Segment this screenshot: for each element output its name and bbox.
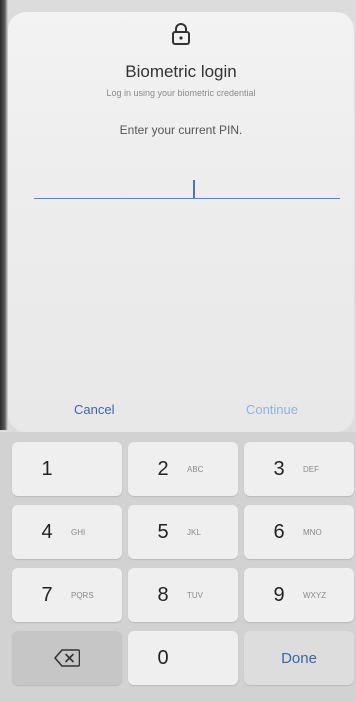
key-digit: 5 bbox=[157, 520, 169, 543]
dialog-title: Biometric login bbox=[125, 62, 237, 81]
key-letters: PQRS bbox=[71, 590, 94, 600]
key-letters: GHI bbox=[71, 527, 86, 537]
key-6[interactable]: 6 MNO bbox=[244, 505, 354, 559]
key-2[interactable]: 2 ABC bbox=[128, 442, 238, 496]
done-label: Done bbox=[281, 649, 317, 667]
backspace-icon bbox=[54, 649, 80, 667]
key-digit: 3 bbox=[273, 457, 285, 480]
key-letters: JKL bbox=[187, 527, 201, 537]
key-7[interactable]: 7 PQRS bbox=[12, 568, 122, 622]
dialog-subtitle: Log in using your biometric credential bbox=[106, 88, 256, 98]
text-caret bbox=[193, 180, 195, 198]
screen: Biometric login Log in using your biomet… bbox=[0, 0, 356, 702]
key-9[interactable]: 9 WXYZ bbox=[244, 568, 354, 622]
device-edge bbox=[0, 0, 8, 430]
key-digit: 8 bbox=[157, 583, 169, 606]
key-0[interactable]: 0 bbox=[128, 631, 238, 685]
numeric-keypad: 1 2 ABC 3 DEF 4 GHI 5 JKL 6 MNO 7 PQRS 8… bbox=[0, 432, 356, 702]
key-5[interactable]: 5 JKL bbox=[128, 505, 238, 559]
key-letters: ABC bbox=[187, 464, 204, 474]
key-4[interactable]: 4 GHI bbox=[12, 505, 122, 559]
backspace-key[interactable] bbox=[12, 631, 122, 685]
key-letters: DEF bbox=[303, 464, 319, 474]
key-letters: MNO bbox=[303, 527, 322, 537]
key-letters: TUV bbox=[187, 590, 203, 600]
key-digit: 0 bbox=[157, 646, 169, 669]
pin-input[interactable] bbox=[34, 182, 340, 199]
continue-button[interactable]: Continue bbox=[240, 398, 304, 421]
key-1[interactable]: 1 bbox=[12, 442, 122, 496]
key-digit: 9 bbox=[273, 583, 285, 606]
done-key[interactable]: Done bbox=[244, 631, 354, 685]
key-digit: 7 bbox=[41, 583, 53, 606]
biometric-dialog: Biometric login Log in using your biomet… bbox=[8, 12, 354, 432]
lock-icon bbox=[172, 23, 190, 45]
pin-prompt: Enter your current PIN. bbox=[119, 123, 243, 137]
cancel-button[interactable]: Cancel bbox=[68, 398, 120, 421]
key-digit: 6 bbox=[273, 520, 285, 543]
key-letters: WXYZ bbox=[303, 590, 327, 600]
key-digit: 1 bbox=[41, 457, 53, 480]
key-8[interactable]: 8 TUV bbox=[128, 568, 238, 622]
key-digit: 4 bbox=[41, 520, 53, 543]
key-3[interactable]: 3 DEF bbox=[244, 442, 354, 496]
key-digit: 2 bbox=[157, 457, 169, 480]
